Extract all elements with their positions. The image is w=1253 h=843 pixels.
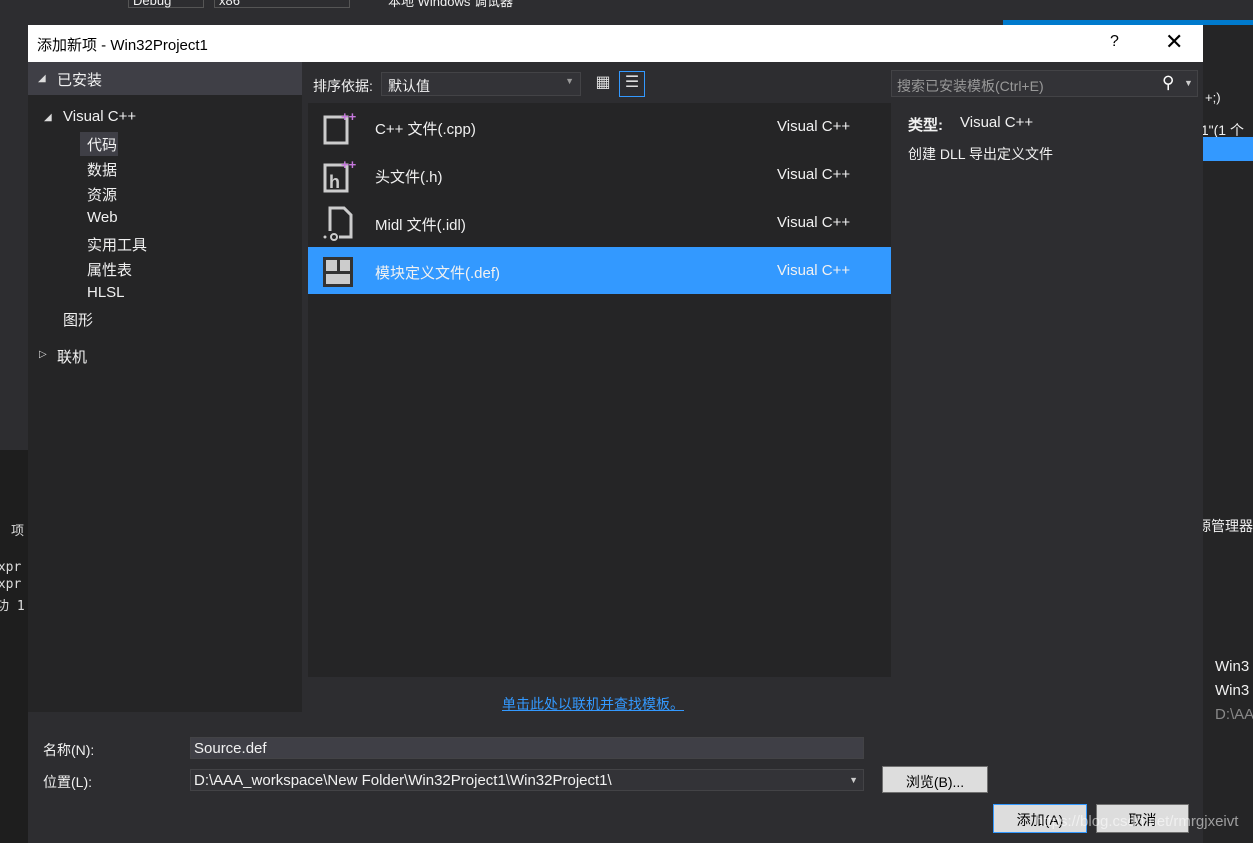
tree-item-data[interactable]: 数据 (87, 159, 117, 180)
svg-text:++: ++ (341, 157, 356, 172)
close-button[interactable]: ✕ (1165, 29, 1183, 55)
list-view-icon[interactable]: ☰ (619, 71, 645, 97)
bg-text: Win3 (1215, 682, 1250, 699)
browse-button[interactable]: 浏览(B)... (882, 766, 988, 793)
template-list: ++ C++ 文件(.cpp) Visual C++ h ++ 头文件(.h) V… (308, 103, 891, 677)
template-name: Midl 文件(.idl) (375, 217, 466, 234)
template-type: Visual C++ (777, 166, 851, 183)
bg-text: +;) (1205, 90, 1221, 105)
tree-item-code[interactable]: 代码 (87, 134, 117, 155)
chevron-down-icon[interactable]: ▼ (1184, 78, 1193, 88)
svg-text:++: ++ (341, 109, 356, 124)
add-new-item-dialog: 添加新项 - Win32Project1 ? ✕ ◢ 已安装 ◢ Visual … (28, 25, 1203, 843)
find-online-link[interactable]: 单击此处以联机并查找模板。 (502, 694, 684, 714)
name-value: Source.def (194, 740, 267, 757)
help-button[interactable]: ? (1110, 33, 1119, 51)
ide-output-background: 项 cxpr cxpr 功 1 (0, 450, 28, 843)
tree-item-hlsl[interactable]: HLSL (87, 284, 125, 301)
cpp-file-icon: ++ (323, 109, 356, 145)
search-icon[interactable]: ⚲ (1162, 73, 1174, 93)
location-label: 位置(L): (43, 774, 92, 790)
bg-text: cxpr (0, 560, 22, 575)
installed-label: 已安装 (57, 72, 103, 89)
bg-text: 功 1 (0, 599, 25, 614)
ide-toolbar-background: Debug x86 本地 Windows 调试器 (0, 0, 1253, 45)
tree-item-online[interactable]: 联机 (57, 346, 87, 367)
type-label: 类型: (908, 117, 943, 134)
tree-item-utility[interactable]: 实用工具 (87, 234, 147, 255)
template-type: Visual C++ (777, 214, 851, 231)
idl-file-icon (323, 206, 353, 241)
header-file-icon: h++ (323, 157, 356, 193)
template-category-tree: ◢ 已安装 ◢ Visual C++ 代码 数据 资源 Web 实用工具 属性表… (28, 62, 302, 712)
location-value: D:\AAA_workspace\New Folder\Win32Project… (194, 772, 612, 789)
template-row-header[interactable]: h ++ 头文件(.h) Visual C++ (308, 151, 891, 198)
ide-solution-background: +;) t1"(1 个 源管理器 Win3 Win3 D:\AA (1197, 25, 1253, 843)
sort-value: 默认值 (388, 78, 430, 94)
tree-item-graphics[interactable]: 图形 (63, 309, 93, 330)
chevron-down-icon[interactable]: ▼ (849, 775, 858, 785)
def-file-icon (323, 257, 353, 287)
chevron-down-icon: ▼ (565, 76, 574, 86)
collapse-triangle-icon[interactable]: ◢ (44, 112, 52, 123)
title-bar: 添加新项 - Win32Project1 ? ✕ (28, 25, 1203, 62)
tree-item-property-sheet[interactable]: 属性表 (87, 259, 132, 280)
template-details: 类型: Visual C++ 创建 DLL 导出定义文件 (891, 103, 1203, 677)
dialog-title: 添加新项 - Win32Project1 (37, 37, 208, 54)
tree-item-web[interactable]: Web (87, 209, 118, 226)
template-type: Visual C++ (777, 262, 851, 279)
template-name: C++ 文件(.cpp) (375, 121, 476, 138)
name-input[interactable]: Source.def (190, 737, 864, 759)
debugger-button[interactable]: 本地 Windows 调试器 (388, 0, 513, 10)
grid-view-icon[interactable]: ▦ (592, 72, 614, 96)
tree-item-resource[interactable]: 资源 (87, 184, 117, 205)
bg-text: cxpr (0, 577, 22, 592)
template-row-idl[interactable]: Midl 文件(.idl) Visual C++ (308, 199, 891, 246)
svg-text:h: h (329, 172, 340, 192)
template-name: 模块定义文件(.def) (375, 265, 501, 282)
watermark: https://blog.csdn.net/rmrgjxeivt (1035, 813, 1239, 830)
tree-item-visual-cpp[interactable]: Visual C++ (63, 108, 136, 125)
platform-dropdown[interactable]: x86 (214, 0, 350, 8)
search-input[interactable]: 搜索已安装模板(Ctrl+E) ⚲ ▼ (891, 70, 1198, 97)
search-placeholder: 搜索已安装模板(Ctrl+E) (897, 78, 1044, 94)
collapse-triangle-icon[interactable]: ◢ (38, 73, 46, 84)
template-row-cpp[interactable]: ++ C++ 文件(.cpp) Visual C++ (308, 103, 891, 150)
location-input[interactable]: D:\AAA_workspace\New Folder\Win32Project… (190, 769, 864, 791)
template-description: 创建 DLL 导出定义文件 (908, 146, 1053, 162)
bg-text: Win3 (1215, 658, 1250, 675)
config-dropdown[interactable]: Debug (128, 0, 204, 8)
sort-dropdown[interactable]: 默认值 ▼ (381, 72, 581, 96)
bg-text: 项 (11, 524, 25, 539)
bg-text: 源管理器 (1197, 518, 1253, 534)
installed-header[interactable]: ◢ 已安装 (28, 62, 302, 95)
bg-selection (1203, 137, 1253, 161)
bg-text: D:\AA (1215, 706, 1253, 723)
template-row-def[interactable]: 模块定义文件(.def) Visual C++ (308, 247, 891, 294)
type-value: Visual C++ (960, 114, 1034, 131)
sort-label: 排序依据: (313, 78, 373, 94)
expand-triangle-icon[interactable]: ▷ (39, 349, 47, 360)
template-type: Visual C++ (777, 118, 851, 135)
template-name: 头文件(.h) (375, 169, 443, 186)
name-label: 名称(N): (43, 742, 95, 758)
